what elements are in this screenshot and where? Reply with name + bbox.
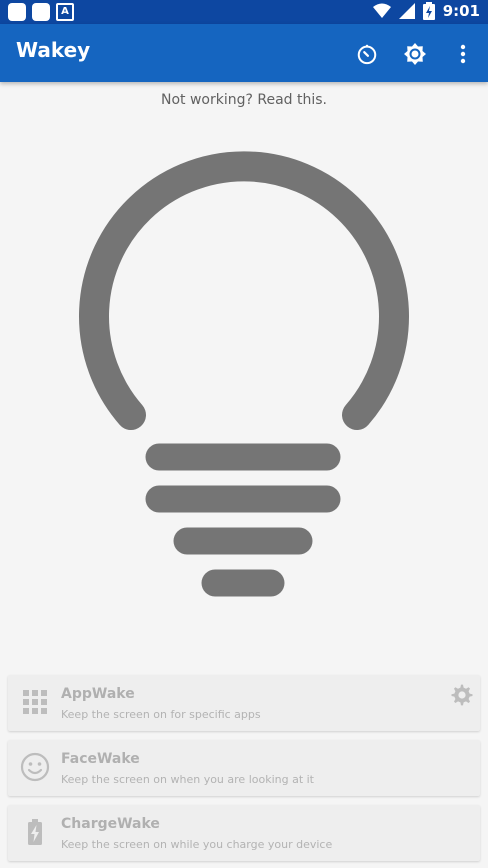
notification-square-icon (32, 3, 50, 21)
lightbulb-toggle[interactable] (0, 120, 488, 620)
apps-grid-icon (23, 690, 47, 714)
face-icon (20, 752, 50, 782)
card-subtitle: Keep the screen on while you charge your… (61, 838, 333, 851)
card-title: ChargeWake (61, 816, 160, 832)
card-subtitle: Keep the screen on when you are looking … (61, 773, 314, 786)
app-bar: Wakey (0, 24, 488, 82)
more-options-button[interactable] (448, 39, 478, 69)
status-bar: A 9:01 (0, 0, 488, 24)
card-title: AppWake (61, 686, 135, 702)
signal-icon (398, 3, 415, 19)
help-link[interactable]: Not working? Read this. (0, 92, 488, 108)
brightness-icon (404, 43, 426, 65)
notification-icons: A (8, 3, 74, 21)
settings-gear-icon[interactable] (450, 683, 474, 707)
battery-charging-icon (422, 2, 435, 20)
app-title: Wakey (16, 38, 91, 62)
battery-charging-icon (28, 819, 42, 845)
brightness-button[interactable] (400, 39, 430, 69)
font-a-icon: A (56, 3, 74, 21)
card-title: FaceWake (61, 751, 140, 767)
more-vert-icon (460, 44, 466, 64)
card-subtitle: Keep the screen on for specific apps (61, 708, 261, 721)
wifi-icon (372, 3, 391, 18)
timer-button[interactable] (352, 39, 382, 69)
app-actions (352, 39, 478, 69)
system-icons: 9:01 (372, 2, 480, 20)
chargewake-card[interactable]: ChargeWake Keep the screen on while you … (8, 805, 480, 861)
timer-icon (357, 44, 377, 65)
bulb-arc (79, 151, 409, 430)
facewake-card[interactable]: FaceWake Keep the screen on when you are… (8, 740, 480, 796)
clock: 9:01 (442, 2, 480, 20)
appwake-card[interactable]: AppWake Keep the screen on for specific … (8, 675, 480, 731)
notification-square-icon (8, 3, 26, 21)
